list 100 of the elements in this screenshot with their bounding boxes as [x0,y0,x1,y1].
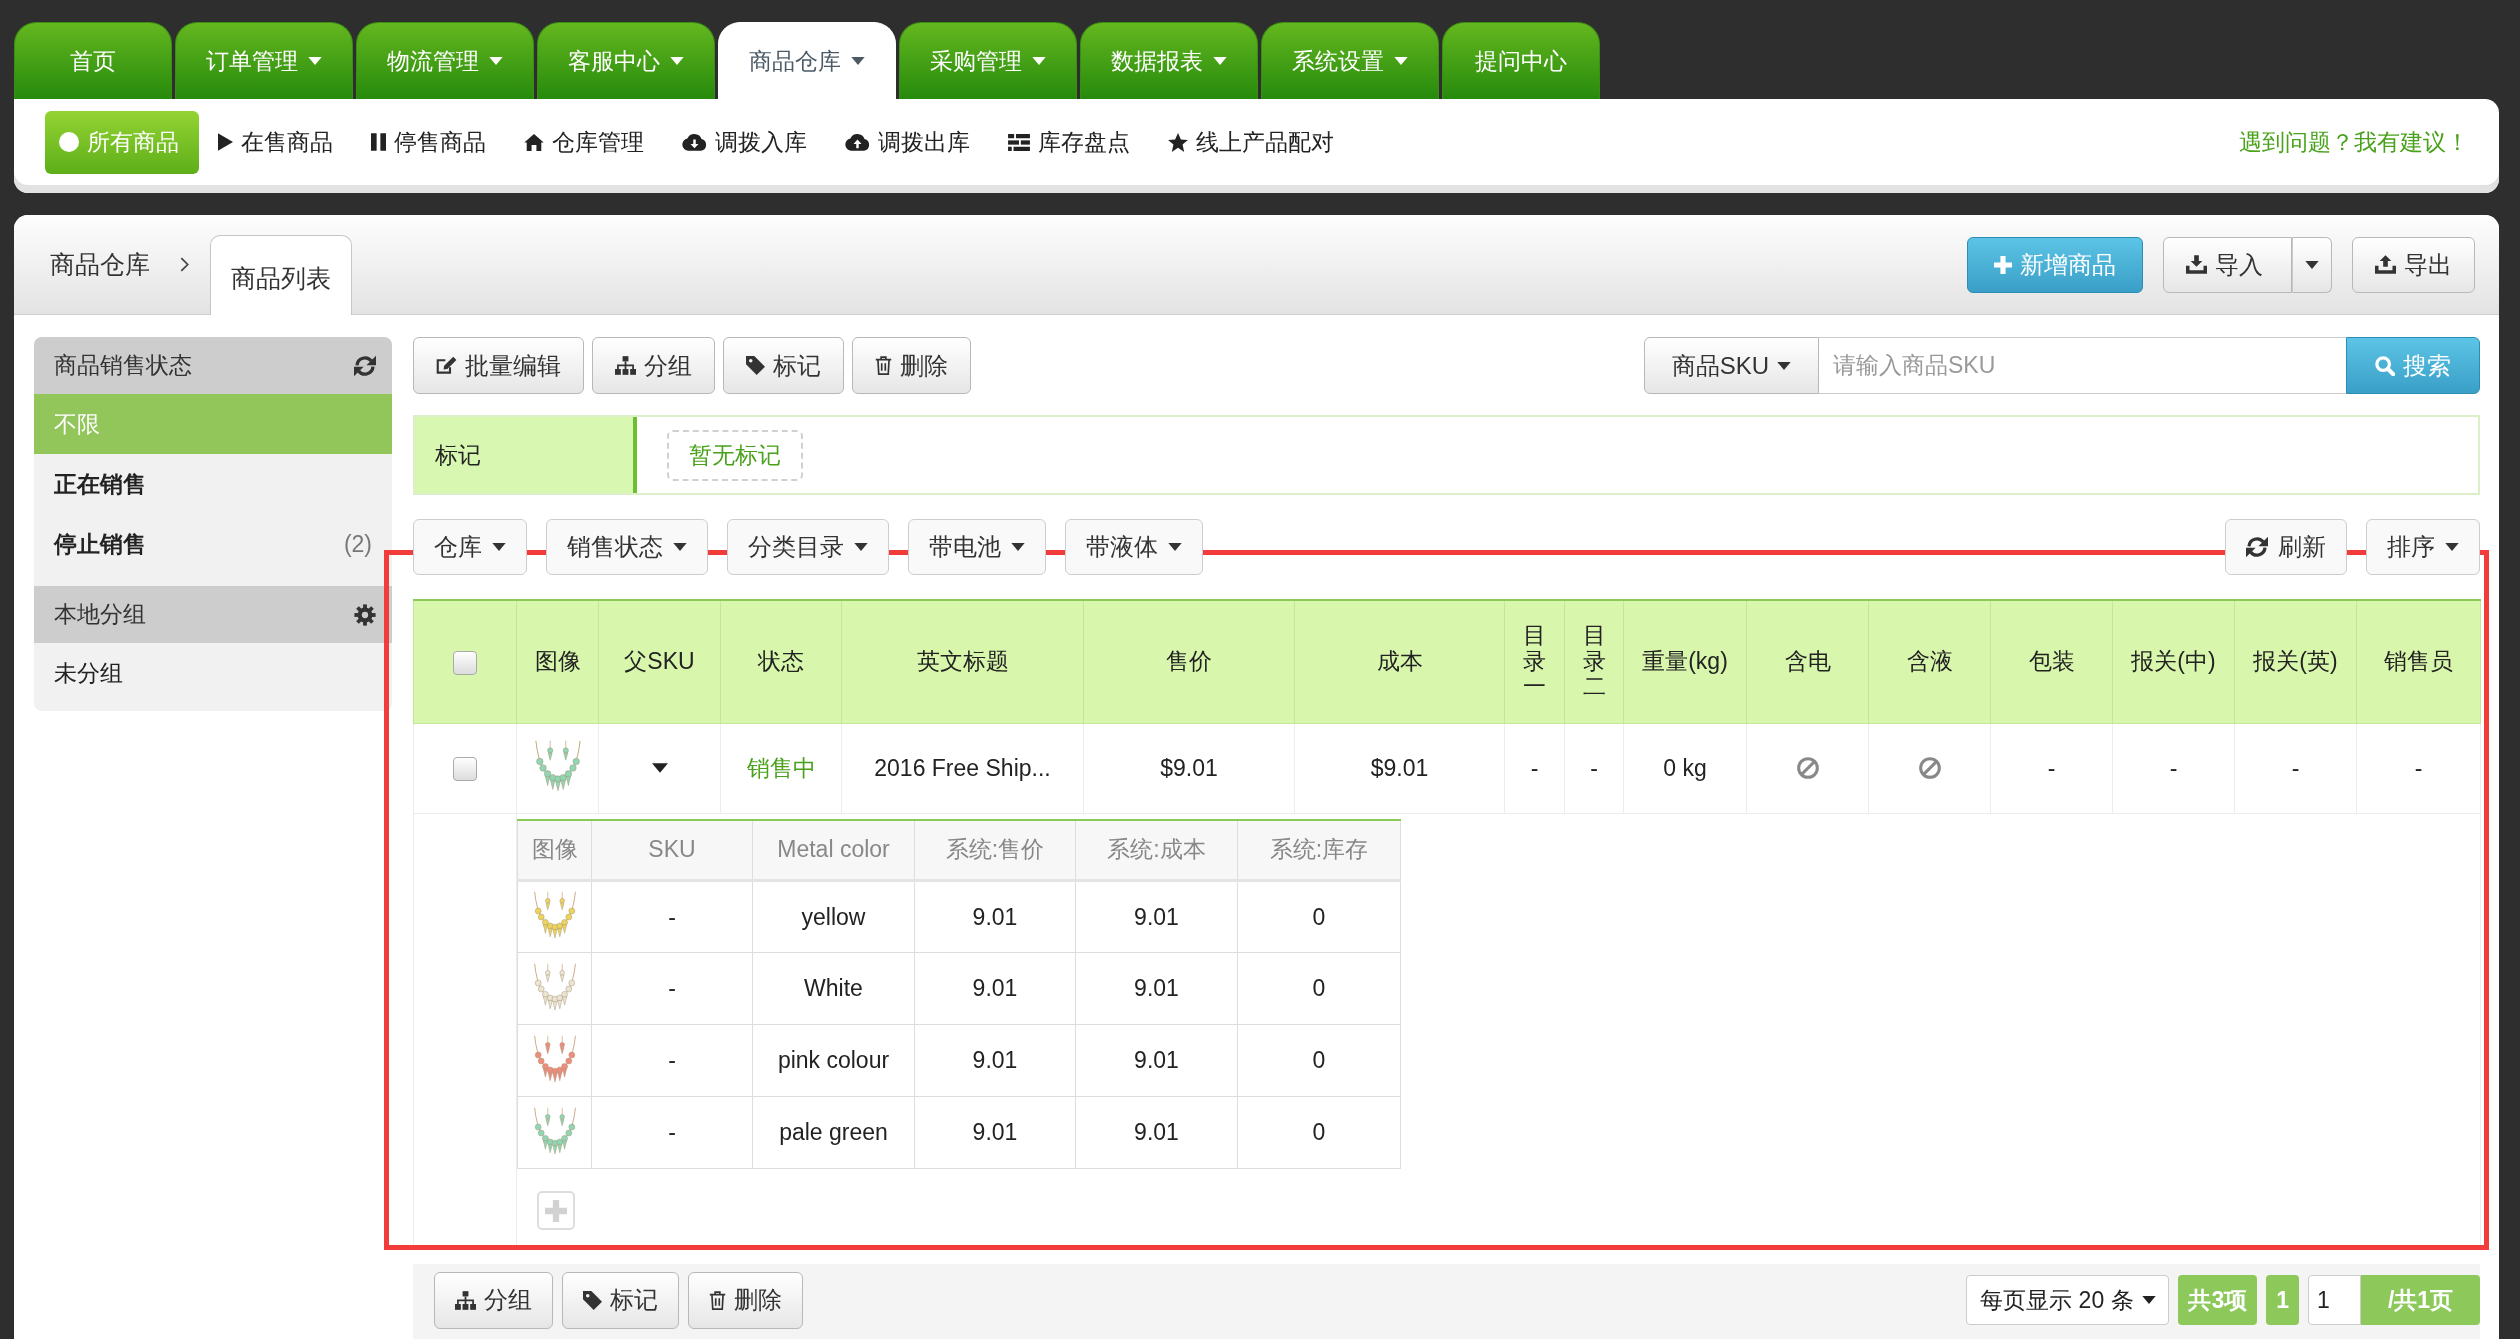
filter-dropdown[interactable]: 带液体 [1065,519,1203,575]
download-icon [2186,255,2207,274]
table-cell: 销售中 [720,723,842,813]
column-header: 系统:库存 [1237,819,1401,881]
table-cell: pink colour [752,1024,915,1097]
filter-dropdown[interactable]: 分类目录 [727,519,889,575]
breadcrumb-link[interactable]: 商品仓库 [50,248,150,281]
column-header: 英文标题 [841,600,1084,723]
column-header: 图像 [516,600,599,723]
sub-nav-item[interactable]: 停售商品 [352,110,505,174]
column-header: 含液 [1868,600,1991,723]
column-header: 父SKU [598,600,721,723]
column-header: 成本 [1294,600,1505,723]
tag-icon [746,356,765,375]
table-cell: - [591,952,753,1025]
table-cell: - [1990,723,2113,813]
page-tab[interactable]: 商品列表 [210,235,352,315]
sub-nav-item[interactable]: 调拨入库 [663,110,826,174]
caret-icon [854,543,868,551]
footer-button[interactable]: 分组 [434,1271,553,1329]
cloud-upload-icon [845,133,870,151]
export-button[interactable]: 导出 [2352,236,2475,293]
refresh-icon[interactable] [354,354,376,377]
table-cell: 9.01 [914,1024,1076,1097]
nav-tab[interactable]: 商品仓库 [718,22,896,99]
table-cell: 9.01 [914,952,1076,1025]
plus-icon [545,1199,567,1222]
footer-button[interactable]: 标记 [562,1271,679,1329]
caret-icon[interactable] [651,763,668,773]
column-header: 报关(英) [2234,600,2357,723]
table-cell: - [591,1096,753,1169]
list-icon [1008,133,1030,151]
gear-icon[interactable] [354,603,376,626]
column-header: 目录一 [1504,600,1565,723]
sidebar-item[interactable]: 未分组 [34,643,392,703]
filter-dropdown[interactable]: 带电池 [908,519,1046,575]
caret-icon [1168,543,1182,551]
search-field[interactable]: 请输入商品SKU [1819,337,2346,394]
section-title: 本地分组 [54,600,146,629]
table-cell: pale green [752,1096,915,1169]
pause-icon [371,133,386,151]
sub-nav-item[interactable]: 在售商品 [199,110,352,174]
sub-nav-item[interactable]: 线上产品配对 [1149,110,1353,174]
sort-button[interactable]: 排序 [2366,519,2480,575]
column-header: 销售员 [2356,600,2481,723]
toolbar-button[interactable]: 删除 [852,337,971,394]
tag-label: 标记 [415,417,637,493]
sidebar-item[interactable]: 停止销售 (2) [34,514,392,574]
table-cell: - [1504,723,1565,813]
table-cell: - [2356,723,2481,813]
total-count-label: 共3项 [2178,1275,2258,1325]
table-cell: 0 [1237,952,1401,1025]
page-input[interactable]: 1 [2308,1275,2361,1325]
table-cell: 0 [1237,880,1401,953]
table-cell: $9.01 [1083,723,1295,813]
filter-dropdown[interactable]: 销售状态 [546,519,708,575]
play-icon [218,133,233,151]
table-cell: - [2234,723,2357,813]
sitemap-icon [455,1290,476,1310]
search-scope-dropdown[interactable]: 商品SKU [1644,337,1819,394]
import-menu-button[interactable] [2292,236,2332,293]
footer-button[interactable]: 删除 [688,1271,803,1329]
column-header: 报关(中) [2112,600,2235,723]
sub-nav-item[interactable]: 库存盘点 [989,110,1149,174]
home-icon [524,133,544,151]
table-cell: 9.01 [914,880,1076,953]
toolbar-button[interactable]: 标记 [723,337,844,394]
column-header: 重量(kg) [1623,600,1747,723]
sidebar-item[interactable]: 正在销售 [34,454,392,514]
caret-icon [2141,1296,2156,1304]
table-cell: 9.01 [1075,1024,1238,1097]
sub-nav-item[interactable]: 仓库管理 [505,110,663,174]
refresh-button[interactable]: 刷新 [2225,519,2347,575]
column-header: 图像 [517,819,592,881]
column-header: 售价 [1083,600,1295,723]
chevron-icon [180,257,189,272]
column-header: 状态 [720,600,842,723]
page-size-select[interactable]: 每页显示 20 条 [1966,1275,2170,1325]
row-checkbox[interactable] [453,757,477,782]
cloud-download-icon [682,133,707,151]
toolbar-button[interactable]: 批量编辑 [413,337,584,394]
table-cell: 9.01 [1075,880,1238,953]
column-header: SKU [591,819,753,881]
column-header: 目录二 [1564,600,1624,723]
toolbar-button[interactable]: 分组 [592,337,715,394]
table-cell: $9.01 [1294,723,1505,813]
column-header: 系统:售价 [914,819,1076,881]
table-cell: 9.01 [914,1096,1076,1169]
import-button[interactable]: 导入 [2163,236,2292,293]
edit-icon [436,356,457,375]
select-all-checkbox[interactable] [453,651,477,676]
table-cell: - [591,1024,753,1097]
table-cell: - [2112,723,2235,813]
caret-icon [1777,361,1792,370]
sub-nav-item[interactable]: 调拨出库 [826,110,989,174]
search-icon [2375,355,2395,376]
star-icon [1168,132,1188,152]
trash-icon [875,356,892,375]
refresh-icon [2246,536,2268,558]
filter-dropdown[interactable]: 仓库 [413,519,527,575]
